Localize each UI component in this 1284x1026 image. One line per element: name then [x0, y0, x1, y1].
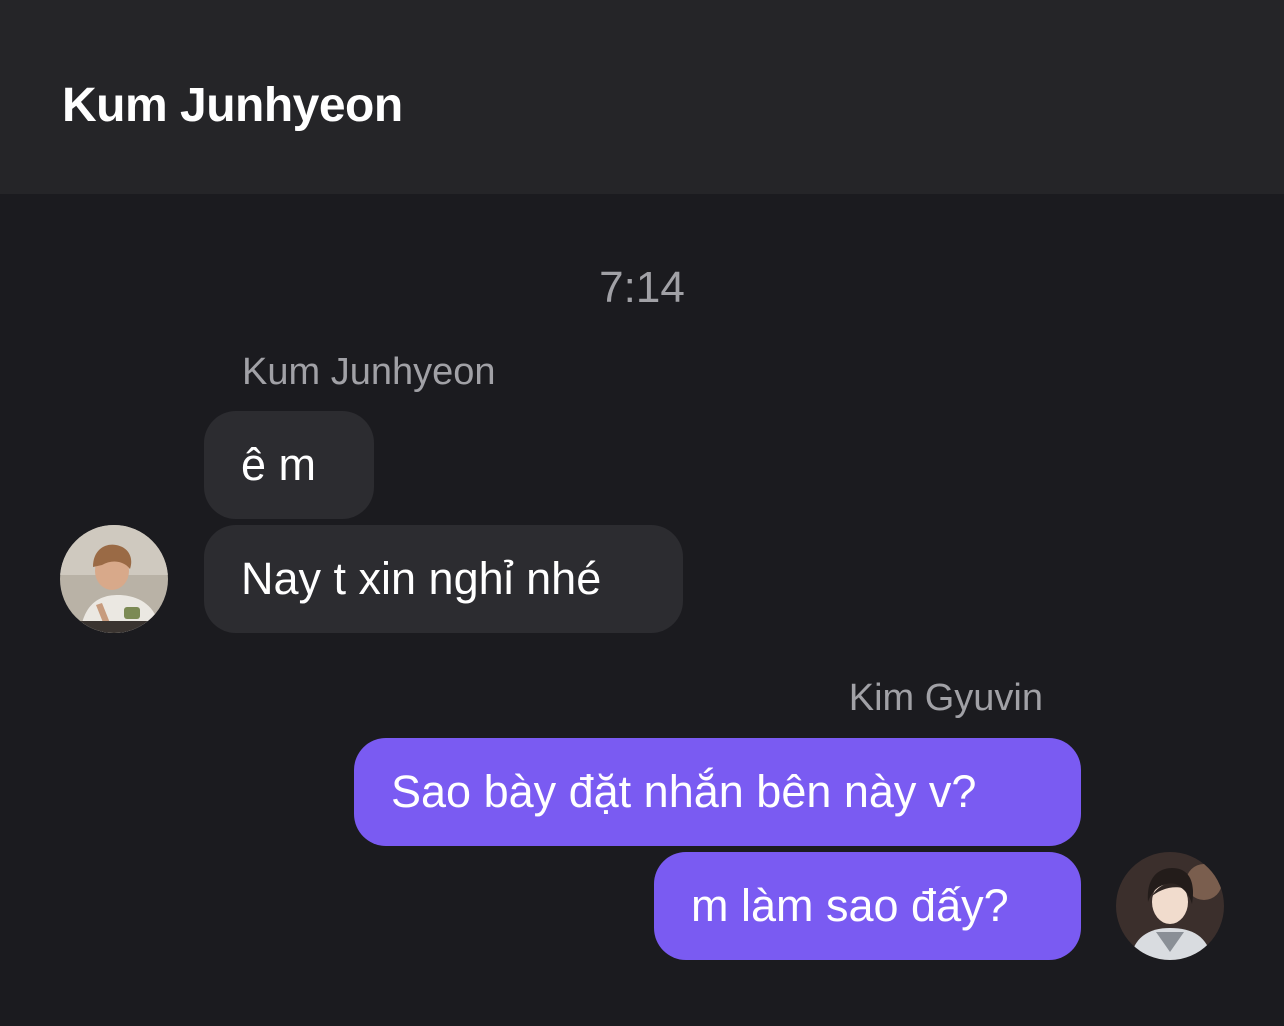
- message-thread[interactable]: 7:14 Kum Junhyeon ê m Nay t xin nghỉ nhé…: [0, 194, 1284, 1026]
- avatar-photo: [1116, 852, 1224, 960]
- avatar[interactable]: [1116, 852, 1224, 960]
- chat-header: Kum Junhyeon: [0, 0, 1284, 194]
- avatar[interactable]: [60, 525, 168, 633]
- message-timestamp: 7:14: [599, 263, 685, 312]
- incoming-message[interactable]: Nay t xin nghỉ nhé: [204, 525, 683, 633]
- outgoing-message[interactable]: Sao bày đặt nhắn bên này v?: [354, 738, 1081, 846]
- sender-name: Kim Gyuvin: [848, 677, 1043, 719]
- conversation-title[interactable]: Kum Junhyeon: [62, 76, 403, 136]
- incoming-message[interactable]: ê m: [204, 411, 374, 519]
- avatar-photo: [60, 525, 168, 633]
- sender-name: Kum Junhyeon: [242, 351, 496, 393]
- outgoing-message[interactable]: m làm sao đấy?: [654, 852, 1081, 960]
